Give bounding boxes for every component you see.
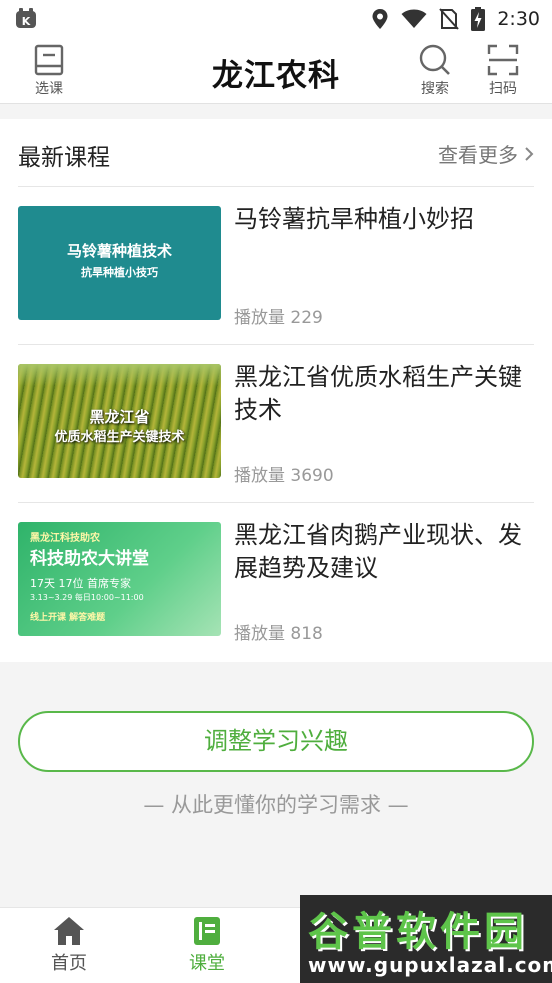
- thumb-detail: 17天 17位 首席专家: [30, 577, 131, 590]
- svg-text:K: K: [22, 15, 31, 28]
- thumb-subtitle: 优质水稻生产关键技术: [54, 430, 185, 445]
- thumb-title: 黑龙江省: [89, 408, 150, 426]
- course-item[interactable]: 黑龙江科技助农 科技助农大讲堂 17天 17位 首席专家 3.13~3.29 每…: [18, 503, 534, 661]
- scan-button[interactable]: 扫码: [475, 44, 531, 98]
- chevron-right-icon: [525, 146, 534, 161]
- thumb-subtitle: 抗旱种植小技巧: [81, 266, 158, 279]
- search-icon: [419, 44, 450, 75]
- view-more-link[interactable]: 查看更多: [438, 139, 534, 168]
- course-item[interactable]: 马铃薯种植技术 抗旱种植小技巧 马铃薯抗旱种植小妙招 播放量 229: [18, 187, 534, 345]
- scan-icon: [487, 44, 519, 76]
- thumb-title: 科技助农大讲堂: [30, 549, 149, 569]
- section-title: 最新课程: [18, 145, 110, 171]
- clock: 2:30: [497, 8, 540, 30]
- play-count: 播放量 818: [234, 624, 323, 644]
- thumb-footer: 线上开课 解答难题: [30, 613, 106, 623]
- app-notification-icon: K: [14, 8, 38, 34]
- view-more-label: 查看更多: [438, 143, 518, 167]
- classroom-icon: [194, 917, 220, 945]
- course-title: 马铃薯抗旱种植小妙招: [234, 205, 474, 233]
- course-title: 黑龙江省肉鹅产业现状、发展趋势及建议: [234, 521, 522, 582]
- location-icon: [372, 9, 388, 29]
- interest-subtitle: — 从此更懂你的学习需求 —: [143, 793, 409, 817]
- battery-icon: [471, 7, 486, 31]
- search-button[interactable]: 搜索: [407, 44, 463, 98]
- course-item[interactable]: 黑龙江省 优质水稻生产关键技术 黑龙江省优质水稻生产关键技术 播放量 3690: [18, 345, 534, 503]
- home-icon: [54, 917, 84, 945]
- course-thumbnail: 马铃薯种植技术 抗旱种植小技巧: [18, 206, 221, 320]
- thumb-date: 3.13~3.29 每日10:00~11:00: [30, 593, 144, 602]
- section-header: 最新课程 查看更多: [18, 119, 534, 187]
- course-thumbnail: 黑龙江科技助农 科技助农大讲堂 17天 17位 首席专家 3.13~3.29 每…: [18, 522, 221, 636]
- latest-courses-panel: 最新课程 查看更多 马铃薯种植技术 抗旱种植小技巧 马铃薯抗旱种植小妙招 播放量…: [0, 119, 552, 662]
- app-header: 选课 龙江农科 搜索 扫码: [0, 38, 552, 104]
- watermark-url: www.gupuxlazal.com: [308, 953, 552, 977]
- course-title: 黑龙江省优质水稻生产关键技术: [234, 363, 522, 424]
- no-sim-icon: [439, 8, 460, 30]
- play-count: 播放量 3690: [234, 466, 334, 486]
- page-title: 龙江农科: [212, 58, 340, 94]
- nav-classroom-label: 课堂: [189, 953, 225, 974]
- status-bar: K 2:30: [0, 0, 552, 38]
- nav-classroom[interactable]: 课堂: [172, 916, 242, 975]
- play-count: 播放量 229: [234, 308, 323, 328]
- nav-home[interactable]: 首页: [34, 916, 104, 975]
- scan-label: 扫码: [489, 81, 517, 97]
- nav-home-label: 首页: [51, 953, 87, 974]
- search-label: 搜索: [421, 81, 449, 97]
- thumb-title: 马铃薯种植技术: [66, 242, 172, 260]
- thumb-tag: 黑龙江科技助农: [30, 533, 100, 544]
- wifi-icon: [401, 9, 427, 28]
- watermark: 谷普软件园 www.gupuxlazal.com: [300, 895, 552, 983]
- adjust-interest-button[interactable]: 调整学习兴趣: [18, 711, 534, 772]
- course-thumbnail: 黑龙江省 优质水稻生产关键技术: [18, 364, 221, 478]
- watermark-text: 谷普软件园: [308, 909, 528, 955]
